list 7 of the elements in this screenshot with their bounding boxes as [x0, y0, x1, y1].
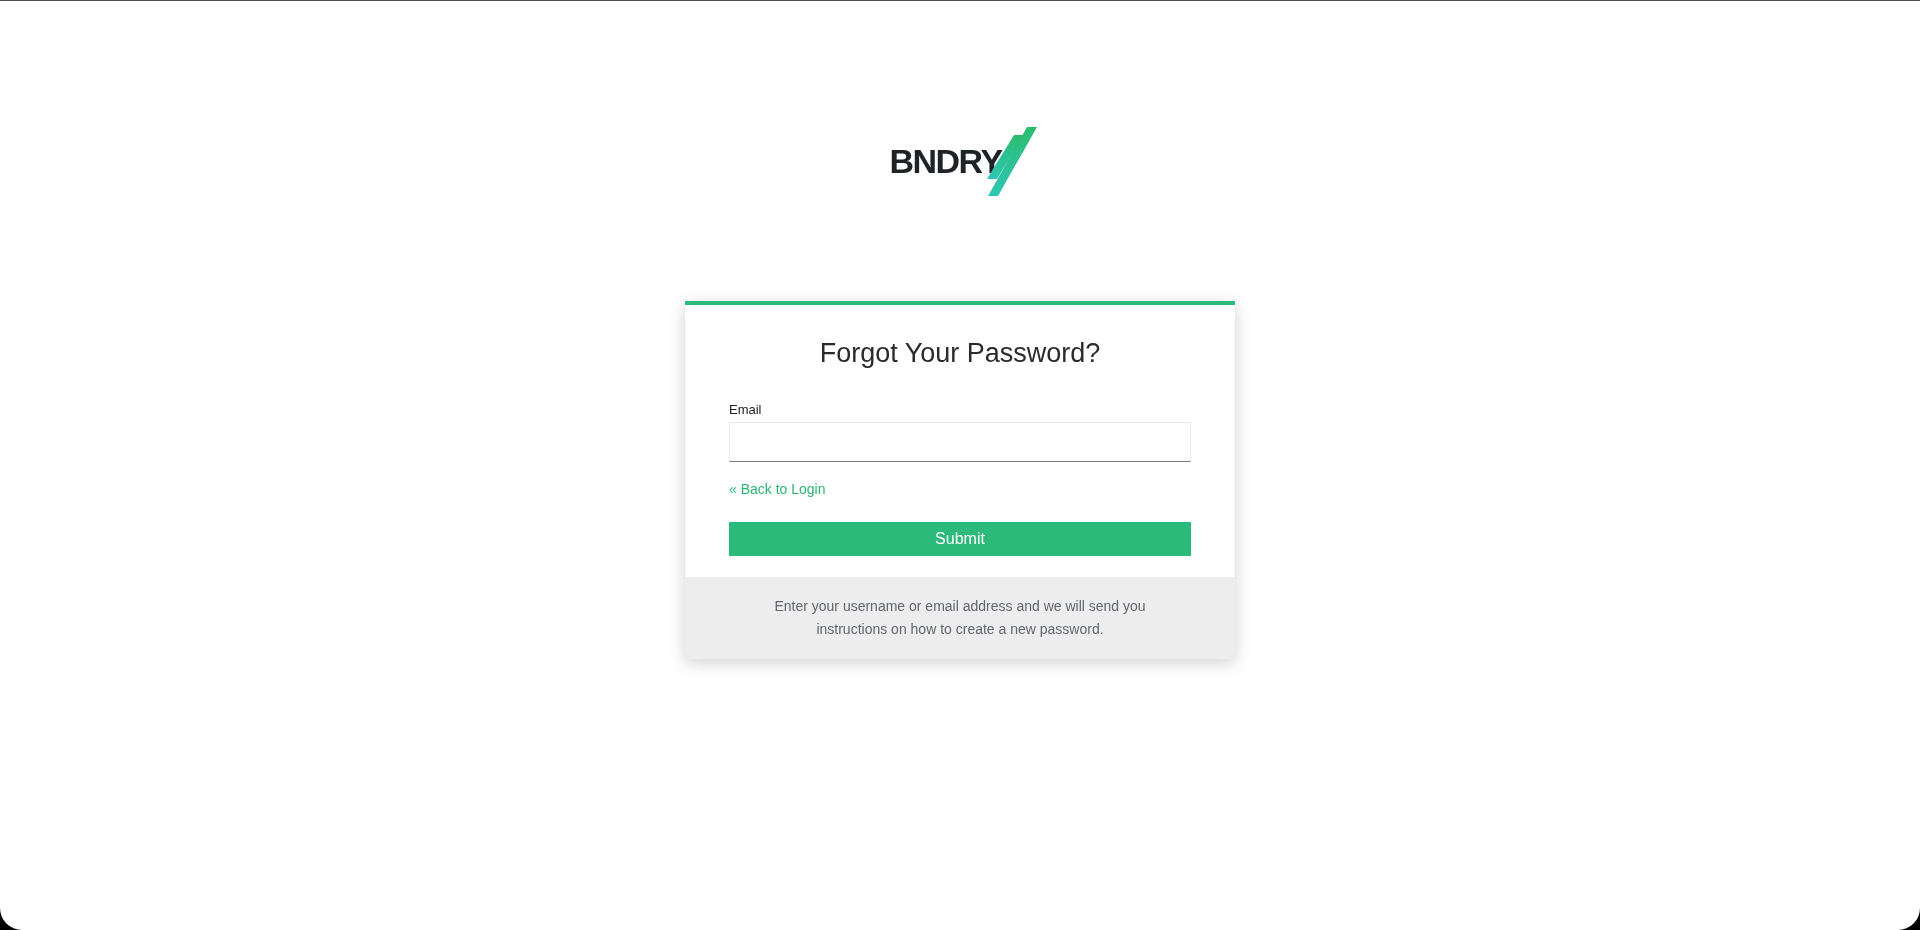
email-input-field[interactable]	[729, 422, 1191, 462]
instructions-text: Enter your username or email address and we will send you instructions on how to create a new password.	[773, 597, 1147, 639]
submit-button[interactable]: Submit	[729, 522, 1191, 556]
back-to-login-link[interactable]: « Back to Login	[729, 480, 826, 498]
logo-wordmark: BNDRY	[889, 144, 1002, 178]
page-title: Forgot Your Password?	[818, 337, 1102, 369]
email-label: Email	[729, 402, 762, 418]
